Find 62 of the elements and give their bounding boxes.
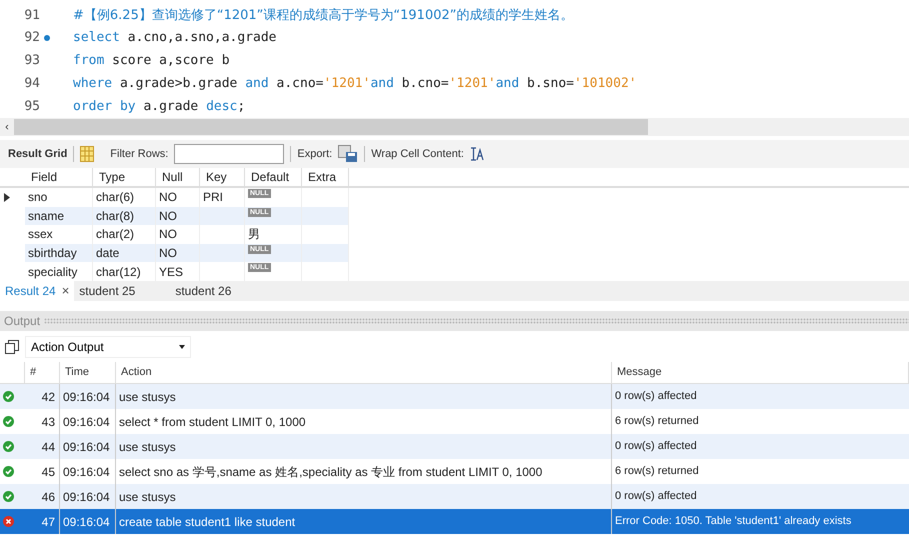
error-icon (3, 516, 14, 527)
check-icon (3, 466, 14, 477)
grid-cell: date (93, 244, 156, 262)
grid-cell: 男 (245, 225, 302, 244)
grid-cell: char(8) (93, 206, 156, 226)
scroll-left-arrow[interactable]: ‹ (0, 118, 14, 136)
panel-title: Output (4, 313, 40, 330)
wrap-label: Wrap Cell Content: (371, 146, 464, 162)
code-line: from score a,score b (73, 52, 230, 70)
check-icon (3, 391, 14, 402)
grid-cell: sno (25, 188, 93, 207)
message-cell-text: Error Code: 1050. Table 'student1' already exists (614, 514, 852, 530)
line-number: 94 (23, 75, 40, 94)
wrap-text-icon[interactable] (470, 147, 484, 161)
grid-cell: speciality (25, 262, 93, 281)
grid-cell: NO (156, 244, 200, 262)
column-header[interactable]: Action (116, 362, 612, 383)
output-row[interactable]: 44 09:16:04 use stusys 0 row(s) affected (0, 434, 909, 459)
line-number: 91 (23, 6, 40, 25)
output-selector[interactable]: Action Output (25, 336, 191, 358)
grid-cell: YES (156, 262, 200, 281)
line-number: 93 (23, 52, 40, 70)
result-tab[interactable]: Result 24 × (0, 281, 74, 301)
code-line: order by a.grade desc; (73, 98, 246, 116)
code-line: select a.cno,a.sno,a.grade (73, 29, 277, 48)
time-cell: 09:16:04 (60, 509, 116, 534)
code-line: #【例6.25】查询选修了“1201”课程的成绩高于学号为“191002”的成绩的学生姓名。 (73, 6, 574, 25)
filter-label: Filter Rows: (110, 146, 168, 162)
check-icon (3, 416, 14, 427)
grid-cell: sbirthday (25, 244, 93, 262)
output-row[interactable]: 47 09:16:04 create table student1 like student Error Code: 1050. Table 'student1' already exists (0, 509, 909, 534)
result-tab[interactable]: student 26 (170, 281, 236, 301)
line-number: 95 (23, 98, 40, 116)
message-cell-text: 0 row(s) affected (614, 439, 698, 454)
toolbar-title: Result Grid (8, 146, 68, 162)
message-cell-text: 6 row(s) returned (614, 414, 700, 430)
output-row[interactable]: 46 09:16:04 use stusys 0 row(s) affected (0, 484, 909, 509)
grid-cell: NO (156, 206, 200, 226)
grid-cell: ssex (25, 225, 93, 244)
filter-field[interactable] (174, 144, 284, 164)
code-line: where a.grade>b.grade and a.cno='1201'and b.cno='1201'and b.sno='101002' (73, 75, 637, 94)
horizontal-scrollbar[interactable] (14, 119, 648, 135)
message-cell-text: 0 row(s) affected (614, 389, 698, 404)
column-header[interactable]: # (25, 362, 60, 383)
grid-cell: sname (25, 206, 93, 226)
export-icon[interactable] (338, 145, 358, 163)
line-number: 92 (23, 29, 40, 48)
message-cell-text: 6 row(s) returned (614, 464, 700, 480)
check-icon (3, 491, 14, 502)
message-cell-text: 0 row(s) affected (614, 489, 698, 504)
column-header[interactable]: Time (60, 362, 116, 383)
column-header[interactable]: Message (612, 362, 909, 383)
result-tab[interactable]: student 25 (74, 281, 140, 301)
row-number: 47 (25, 509, 60, 534)
dropdown-caret-icon (179, 345, 185, 349)
action-cell: create table student1 like student (116, 509, 612, 534)
export-label: Export: (297, 146, 332, 162)
grid-icon[interactable] (80, 146, 94, 162)
output-row[interactable]: 42 09:16:04 use stusys 0 row(s) affected (0, 384, 909, 409)
close-icon[interactable]: × (62, 281, 70, 301)
copy-icon[interactable] (5, 340, 19, 354)
check-icon (3, 441, 14, 452)
